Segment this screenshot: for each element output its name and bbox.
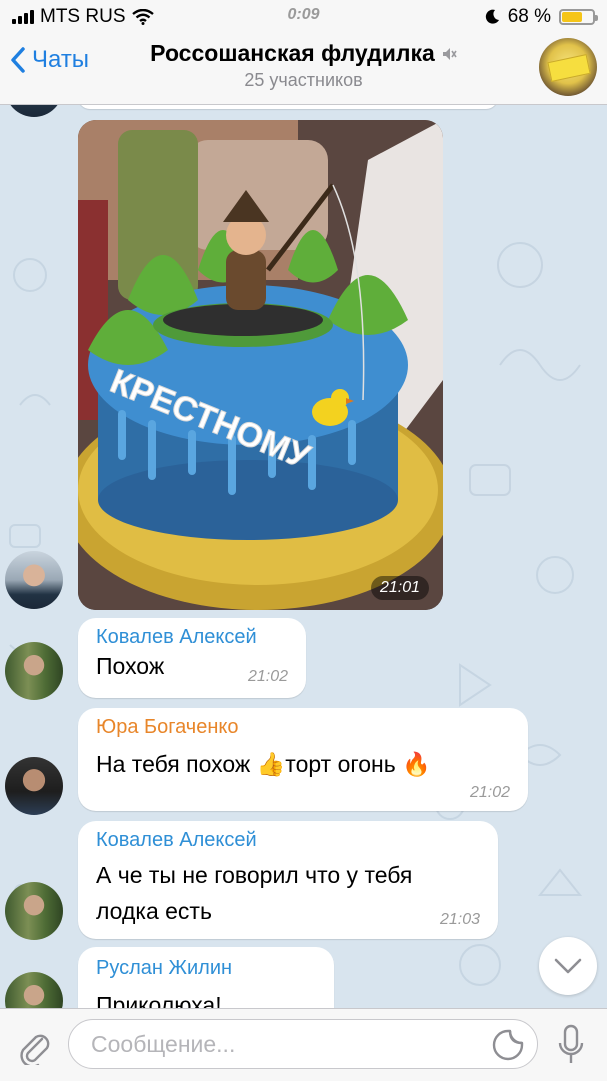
message-list[interactable]: КРЕСТНОМУ 21:01 Ковалев Алексей Похож 21… — [0, 105, 607, 1010]
message-input[interactable] — [68, 1019, 538, 1069]
chat-title-block[interactable]: Россошанская флудилка 25 участников — [100, 40, 507, 91]
sender-name[interactable]: Юра Богаченко — [96, 716, 238, 739]
message-bubble[interactable]: Юра Богаченко На тебя похож 👍торт огонь … — [78, 708, 528, 811]
chevron-down-icon — [554, 958, 582, 974]
photo-message[interactable]: КРЕСТНОМУ 21:01 — [78, 120, 443, 610]
message-text: Похож — [96, 653, 165, 679]
message-bubble[interactable]: Ковалев Алексей Похож 21:02 — [78, 618, 306, 698]
status-bar: MTS RUS 0:09 68 % — [0, 0, 607, 32]
chat-subtitle: 25 участников — [244, 70, 363, 90]
photo-timestamp: 21:01 — [370, 576, 429, 600]
message-text-line-2: лодка есть — [96, 898, 212, 924]
microphone-icon[interactable] — [556, 1023, 586, 1067]
avatar[interactable] — [5, 551, 63, 609]
message-time: 21:03 — [439, 911, 480, 928]
sticker-icon[interactable] — [491, 1028, 525, 1062]
chat-header: Чаты Россошанская флудилка 25 участников — [0, 32, 607, 105]
message-text: На тебя похож 👍торт огонь 🔥 — [96, 751, 431, 777]
sender-name[interactable]: Ковалев Алексей — [96, 626, 257, 649]
avatar[interactable] — [5, 757, 63, 815]
mute-icon — [442, 47, 457, 60]
message-bubble[interactable]: Ковалев Алексей А че ты не говорил что у… — [78, 821, 498, 939]
battery-icon — [559, 9, 598, 25]
avatar[interactable] — [5, 642, 63, 700]
scroll-to-bottom-button[interactable] — [539, 937, 597, 995]
message-text-line-1: А че ты не говорил что у тебя — [96, 862, 413, 888]
sender-name[interactable]: Ковалев Алексей — [96, 829, 257, 852]
battery-percent: 68 % — [507, 6, 551, 27]
back-chevron-icon — [11, 47, 25, 73]
moon-icon — [485, 9, 499, 24]
chat-avatar[interactable] — [539, 38, 597, 96]
back-button[interactable]: Чаты — [10, 46, 89, 74]
composer — [0, 1008, 607, 1081]
message-text: Приколюха! — [96, 992, 222, 1010]
previous-message-bubble[interactable] — [78, 105, 498, 109]
attach-icon[interactable] — [16, 1025, 52, 1065]
cake-photo: КРЕСТНОМУ — [78, 120, 443, 610]
sender-name[interactable]: Руслан Жилин — [96, 957, 232, 980]
avatar[interactable] — [5, 882, 63, 940]
message-time: 21:02 — [247, 668, 288, 685]
message-bubble[interactable]: Руслан Жилин Приколюха! — [78, 947, 334, 1010]
chat-title: Россошанская флудилка — [150, 40, 435, 66]
message-time: 21:02 — [469, 784, 510, 801]
back-label: Чаты — [32, 46, 90, 73]
